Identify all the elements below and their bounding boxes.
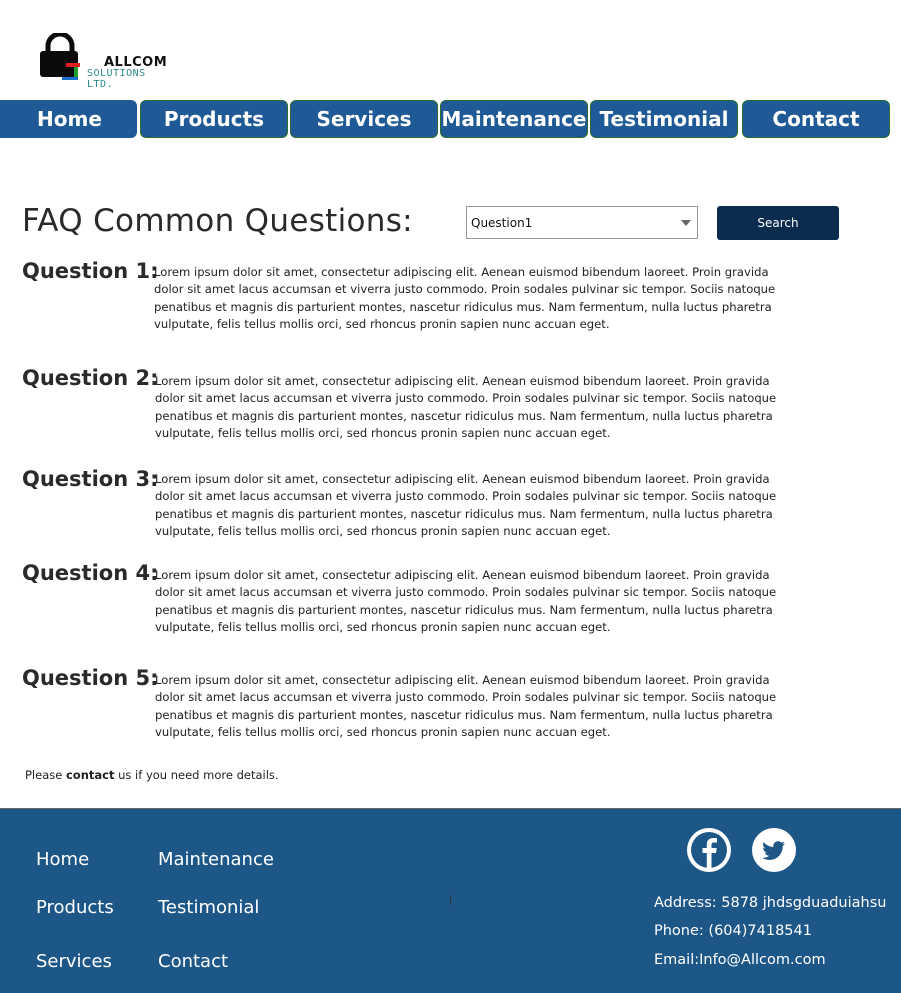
question-3-text: Lorem ipsum dolor sit amet, consectetur … (155, 472, 777, 538)
footer-phone: Phone: (604)7418541 (654, 923, 812, 939)
nav-home[interactable]: Home (0, 100, 137, 138)
footer-link-products[interactable]: Products (36, 897, 114, 918)
nav-testimonial[interactable]: Testimonial (590, 100, 738, 138)
contact-note: Please contact us if you need more detai… (25, 768, 279, 782)
nav-maintenance[interactable]: Maintenance (440, 100, 588, 138)
contact-link[interactable]: contact (66, 768, 114, 782)
question-4-label: Question 4: (22, 561, 159, 585)
footer-link-contact[interactable]: Contact (158, 951, 228, 972)
question-4-text: Lorem ipsum dolor sit amet, consectetur … (155, 568, 777, 634)
chevron-down-icon (681, 220, 691, 226)
question-1-label: Question 1: (22, 259, 159, 283)
question-3-label: Question 3: (22, 467, 159, 491)
question-select-value: Question1 (471, 215, 533, 230)
footer-link-home[interactable]: Home (36, 849, 89, 870)
nav-contact[interactable]: Contact (742, 100, 890, 138)
facebook-icon[interactable] (687, 828, 731, 872)
footer-email[interactable]: Email:Info@Allcom.com (654, 952, 826, 968)
question-select[interactable]: Question1 (466, 206, 698, 239)
footer-link-testimonial[interactable]: Testimonial (158, 897, 259, 918)
company-logo[interactable]: ALLCOM SOLUTIONS LTD. (38, 33, 178, 90)
question-2-text: Lorem ipsum dolor sit amet, consectetur … (155, 374, 777, 440)
main-nav: Home Products Services Maintenance Testi… (0, 100, 901, 140)
page-title: FAQ Common Questions: (22, 203, 413, 239)
question-5-text: Lorem ipsum dolor sit amet, consectetur … (155, 673, 777, 739)
contact-note-before: Please (25, 768, 66, 782)
nav-services[interactable]: Services (290, 100, 438, 138)
footer-address: Address: 5878 jhdsgduaduiahsu (654, 895, 887, 911)
nav-products[interactable]: Products (140, 100, 288, 138)
twitter-icon[interactable] (752, 828, 796, 872)
footer-link-services[interactable]: Services (36, 951, 112, 972)
footer-link-maintenance[interactable]: Maintenance (158, 849, 274, 870)
question-1-text: Lorem ipsum dolor sit amet, consectetur … (154, 265, 776, 331)
facebook-glyph (691, 832, 727, 868)
question-5-label: Question 5: (22, 666, 159, 690)
logo-tagline: SOLUTIONS LTD. (87, 68, 146, 90)
contact-note-after: us if you need more details. (114, 768, 279, 782)
divider-mark (450, 895, 451, 905)
question-2-label: Question 2: (22, 366, 159, 390)
site-footer: Home Maintenance Products Testimonial Se… (0, 808, 901, 993)
lock-icon (40, 33, 80, 80)
twitter-glyph (762, 841, 785, 860)
search-button[interactable]: Search (717, 206, 839, 240)
